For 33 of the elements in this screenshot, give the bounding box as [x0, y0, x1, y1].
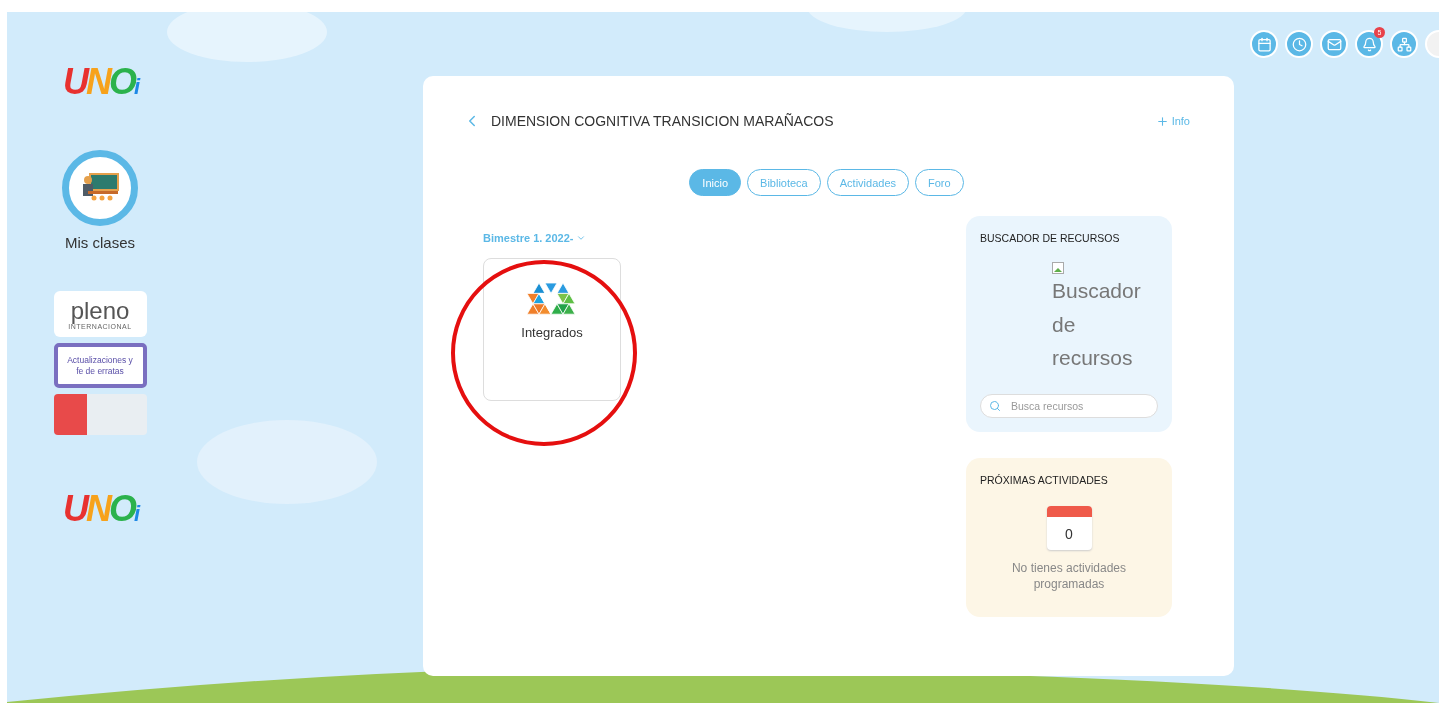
empty-message: No tienes actividades programadas: [1010, 560, 1128, 593]
image-alt-text: Buscador de recursos: [1052, 278, 1142, 372]
bell-icon: [1361, 36, 1377, 52]
search-icon: [989, 400, 1001, 412]
tab[interactable]: Inicio: [689, 169, 742, 196]
org-button[interactable]: [1390, 30, 1418, 58]
calendar-button[interactable]: [1250, 30, 1278, 58]
panel-title: BUSCADOR DE RECURSOS: [980, 232, 1121, 244]
erratas-banner[interactable]: Actualizaciones y fe de erratas: [53, 343, 147, 388]
tab[interactable]: Biblioteca: [747, 169, 821, 196]
triangles-logo-icon: [527, 283, 577, 315]
info-link[interactable]: Info: [1155, 114, 1190, 128]
calendar-icon: 0: [1046, 506, 1092, 550]
broken-image-icon: [1052, 262, 1064, 274]
unoi-logo: UNOi: [62, 64, 138, 100]
period-dropdown[interactable]: Bimestre 1. 2022-: [483, 232, 586, 244]
clock-icon: [1291, 36, 1307, 52]
panel-title: PRÓXIMAS ACTIVIDADES: [980, 474, 1109, 486]
caret-icon: [575, 233, 586, 243]
hierarchy-icon: [1396, 36, 1412, 52]
plus-icon: [1155, 114, 1169, 128]
tab[interactable]: Foro: [915, 169, 964, 196]
search-field[interactable]: Busca recursos: [980, 394, 1158, 418]
course-title: DIMENSION COGNITIVA TRANSICION MARAÑACOS: [491, 113, 835, 129]
mail-button[interactable]: [1320, 30, 1348, 58]
clock-button[interactable]: [1285, 30, 1313, 58]
tab[interactable]: Actividades: [826, 169, 909, 196]
unoi-logo: UNOi: [62, 491, 138, 527]
calendar-icon: [1256, 36, 1272, 52]
image-banner[interactable]: [53, 394, 147, 435]
mail-icon: [1326, 36, 1342, 52]
classes-label: Mis clases: [65, 234, 135, 251]
subject-tile[interactable]: Integrados: [483, 258, 621, 401]
